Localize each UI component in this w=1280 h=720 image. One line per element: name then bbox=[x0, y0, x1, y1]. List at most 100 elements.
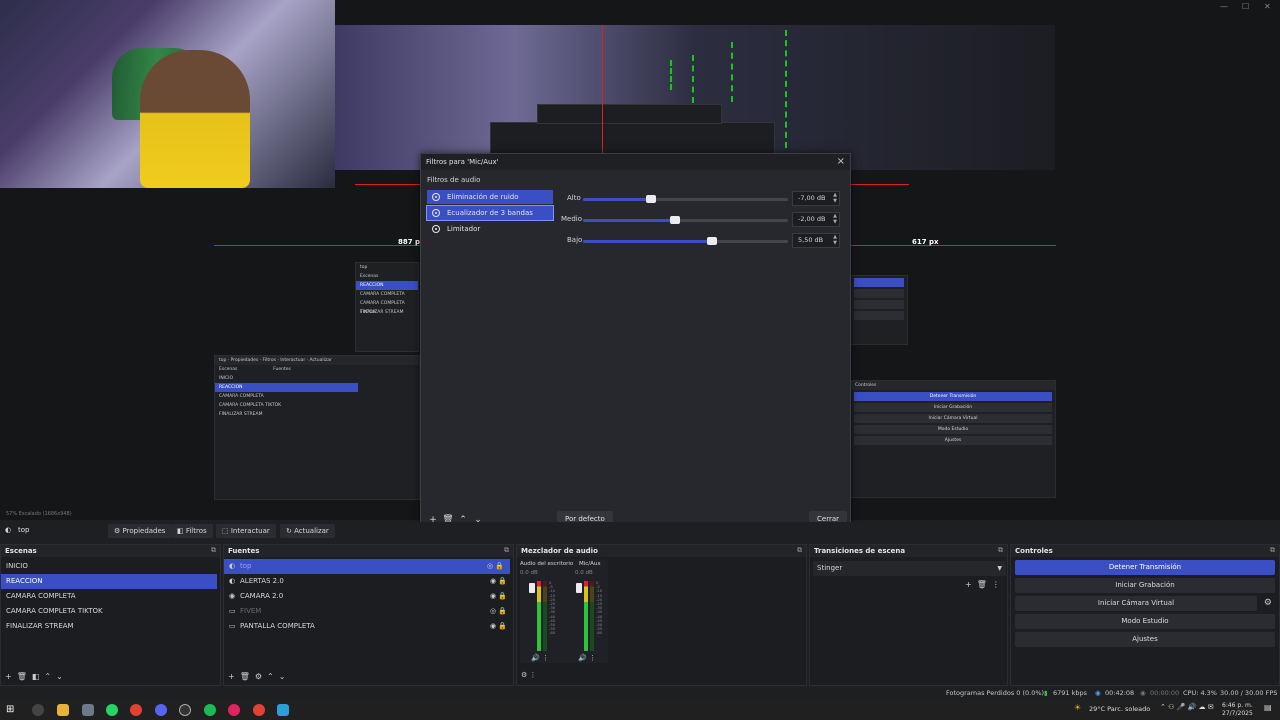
transition-select[interactable]: Stinger ▼ bbox=[813, 561, 1006, 576]
minimize-icon[interactable]: — bbox=[1220, 2, 1228, 11]
chevron-down-icon[interactable]: ⌄ bbox=[56, 672, 68, 681]
guide-line-vertical bbox=[602, 25, 603, 153]
discord-icon[interactable] bbox=[155, 704, 167, 716]
browser-icon: ◐ bbox=[229, 577, 236, 585]
properties-button[interactable]: ⚙ Propiedades bbox=[108, 524, 172, 538]
source-item[interactable]: ◐ top ◎ 🔒 bbox=[224, 559, 510, 574]
visibility-lock-icons[interactable]: ◉ 🔒 bbox=[490, 619, 507, 634]
eye-icon[interactable] bbox=[432, 193, 440, 201]
add-icon[interactable]: + bbox=[228, 672, 240, 681]
slider-handle[interactable] bbox=[645, 195, 656, 203]
nested-obs-window: top · Propiedades · Filtros · Interactua… bbox=[214, 355, 420, 500]
scene-item[interactable]: CAMARA COMPLETA bbox=[1, 589, 220, 604]
gear-icon[interactable]: ⚙ bbox=[255, 672, 267, 681]
gear-icon[interactable]: ⚙ bbox=[1264, 598, 1272, 608]
eq-mid-value[interactable]: -2,00 dB ▲ ▼ bbox=[792, 212, 840, 227]
float-icon[interactable]: ⧉ bbox=[504, 546, 509, 555]
interact-button[interactable]: ⬚ Interactuar bbox=[216, 524, 276, 538]
scene-item[interactable]: REACCION bbox=[1, 574, 217, 589]
chevron-up-icon[interactable]: ⌃ bbox=[267, 672, 279, 681]
float-icon[interactable]: ⧉ bbox=[211, 546, 216, 555]
scene-item[interactable]: FINALIZAR STREAM bbox=[1, 619, 220, 634]
float-icon[interactable]: ⧉ bbox=[1270, 546, 1275, 555]
close-window-icon[interactable]: ✕ bbox=[1264, 2, 1271, 11]
volume-fader[interactable] bbox=[529, 583, 535, 593]
scene-item[interactable]: CAMARA COMPLETA TIKTOK bbox=[1, 604, 220, 619]
eq-low[interactable]: Bajo 5,50 dB ▲ ▼ bbox=[561, 233, 841, 249]
filter-item-3band-eq[interactable]: Ecualizador de 3 bandas bbox=[426, 205, 554, 221]
eye-icon[interactable] bbox=[432, 209, 440, 217]
spotify-icon[interactable] bbox=[204, 704, 216, 716]
chevron-up-icon[interactable]: ⌃ bbox=[44, 672, 56, 681]
mixer-menu-icon[interactable]: ⚙ ⋮ bbox=[521, 671, 537, 679]
studio-mode-button[interactable]: Modo Estudio bbox=[1015, 614, 1275, 629]
filter-icon[interactable]: ◧ bbox=[32, 672, 45, 681]
slider-handle[interactable] bbox=[670, 216, 681, 224]
eq-low-value[interactable]: 5,50 dB ▲ ▼ bbox=[792, 233, 840, 248]
eq-low-slider[interactable] bbox=[583, 237, 788, 245]
audio-mixer-dock: Mezclador de audio ⧉ Audio del escritori… bbox=[516, 544, 807, 686]
volume-fader[interactable] bbox=[576, 583, 582, 593]
filters-dialog[interactable]: Filtros para 'Mic/Aux' × Filtros de audi… bbox=[420, 153, 851, 531]
clock-time[interactable]: 6:46 p. m. bbox=[1222, 702, 1253, 709]
filter-list[interactable]: Eliminación de ruido Ecualizador de 3 ba… bbox=[426, 188, 554, 506]
source-item[interactable]: ▭ FIVEM ◎ 🔒 bbox=[224, 604, 513, 619]
slider-handle[interactable] bbox=[707, 237, 718, 245]
transition-toolbar[interactable]: +🗑⋮ bbox=[965, 580, 1005, 589]
visibility-lock-icons[interactable]: ◎ 🔒 bbox=[490, 604, 507, 619]
app-icon[interactable] bbox=[228, 704, 240, 716]
notification-icon[interactable]: ▤ bbox=[1264, 703, 1272, 712]
trash-icon[interactable]: 🗑 bbox=[240, 672, 255, 681]
channel-name: Mic/Aux bbox=[579, 561, 601, 567]
refresh-button[interactable]: ↻ Actualizar bbox=[280, 524, 335, 538]
visibility-lock-icons[interactable]: ◎ 🔒 bbox=[487, 559, 504, 574]
eq-mid[interactable]: Medio -2,00 dB ▲ ▼ bbox=[561, 212, 841, 228]
eq-high-slider[interactable] bbox=[583, 195, 788, 203]
settings-button[interactable]: Ajustes bbox=[1015, 632, 1275, 647]
start-recording-button[interactable]: Iniciar Grabación bbox=[1015, 578, 1275, 593]
float-icon[interactable]: ⧉ bbox=[797, 546, 802, 555]
weather-text[interactable]: 29°C Parc. soleado bbox=[1089, 705, 1150, 713]
visibility-lock-icons[interactable]: ◉ 🔒 bbox=[490, 574, 507, 589]
signal-icon: ▮ bbox=[1044, 689, 1048, 697]
eye-icon[interactable] bbox=[432, 225, 440, 233]
eq-high[interactable]: Alto -7,00 dB ▲ ▼ bbox=[561, 191, 841, 207]
whatsapp-icon[interactable] bbox=[106, 704, 118, 716]
obs-icon[interactable] bbox=[179, 704, 191, 716]
tray-icons[interactable]: ⌃ ⚇ 🎤 🔊 ☁ ✉ bbox=[1160, 703, 1214, 711]
visibility-lock-icons[interactable]: ◉ 🔒 bbox=[490, 589, 507, 604]
speaker-icon[interactable]: 🔊 ⋮ bbox=[531, 654, 549, 662]
folder-icon[interactable] bbox=[57, 704, 69, 716]
float-icon[interactable]: ⧉ bbox=[998, 546, 1003, 555]
filter-item-noise-suppression[interactable]: Eliminación de ruido bbox=[427, 190, 553, 204]
source-item[interactable]: ◐ ALERTAS 2.0 ◉ 🔒 bbox=[224, 574, 513, 589]
sources-toolbar[interactable]: +🗑⚙⌃⌄ bbox=[228, 672, 290, 681]
scenes-toolbar[interactable]: +🗑◧⌃⌄ bbox=[5, 672, 68, 681]
chevron-down-icon[interactable]: ⌄ bbox=[279, 672, 291, 681]
channel-db: 0.0 dB bbox=[575, 570, 593, 576]
windows-start-icon[interactable]: ⊞ bbox=[6, 704, 18, 716]
dialog-subtitle: Filtros de audio bbox=[427, 176, 481, 184]
chrome-icon[interactable] bbox=[130, 704, 142, 716]
browser-icon[interactable] bbox=[253, 704, 265, 716]
filters-button[interactable]: ◧ Filtros bbox=[171, 524, 213, 538]
speaker-icon[interactable]: 🔊 ⋮ bbox=[578, 654, 596, 662]
search-icon[interactable] bbox=[32, 704, 44, 716]
maximize-icon[interactable]: ☐ bbox=[1242, 2, 1249, 11]
scene-item[interactable]: INICIO bbox=[1, 559, 220, 574]
eq-high-value[interactable]: -7,00 dB ▲ ▼ bbox=[792, 191, 840, 206]
source-item[interactable]: ▭ PANTALLA COMPLETA ◉ 🔒 bbox=[224, 619, 513, 634]
calculator-icon[interactable] bbox=[82, 704, 94, 716]
trash-icon[interactable]: 🗑 bbox=[17, 672, 32, 681]
add-icon[interactable]: + bbox=[5, 672, 17, 681]
scenes-dock: Escenas ⧉ INICIO REACCION CAMARA COMPLET… bbox=[0, 544, 221, 686]
start-virtualcam-button[interactable]: Iniciar Cámara Virtual bbox=[1015, 596, 1257, 611]
chevron-down-icon: ▼ bbox=[997, 565, 1002, 572]
app-icon[interactable] bbox=[277, 704, 289, 716]
source-item[interactable]: ◉ CAMARA 2.0 ◉ 🔒 bbox=[224, 589, 513, 604]
stop-stream-button[interactable]: Detener Transmisión bbox=[1015, 560, 1275, 575]
filter-item-limiter[interactable]: Limitador bbox=[427, 222, 553, 236]
close-icon[interactable]: × bbox=[837, 156, 845, 167]
eq-mid-slider[interactable] bbox=[583, 216, 788, 224]
clock-date[interactable]: 27/7/2025 bbox=[1222, 710, 1253, 717]
